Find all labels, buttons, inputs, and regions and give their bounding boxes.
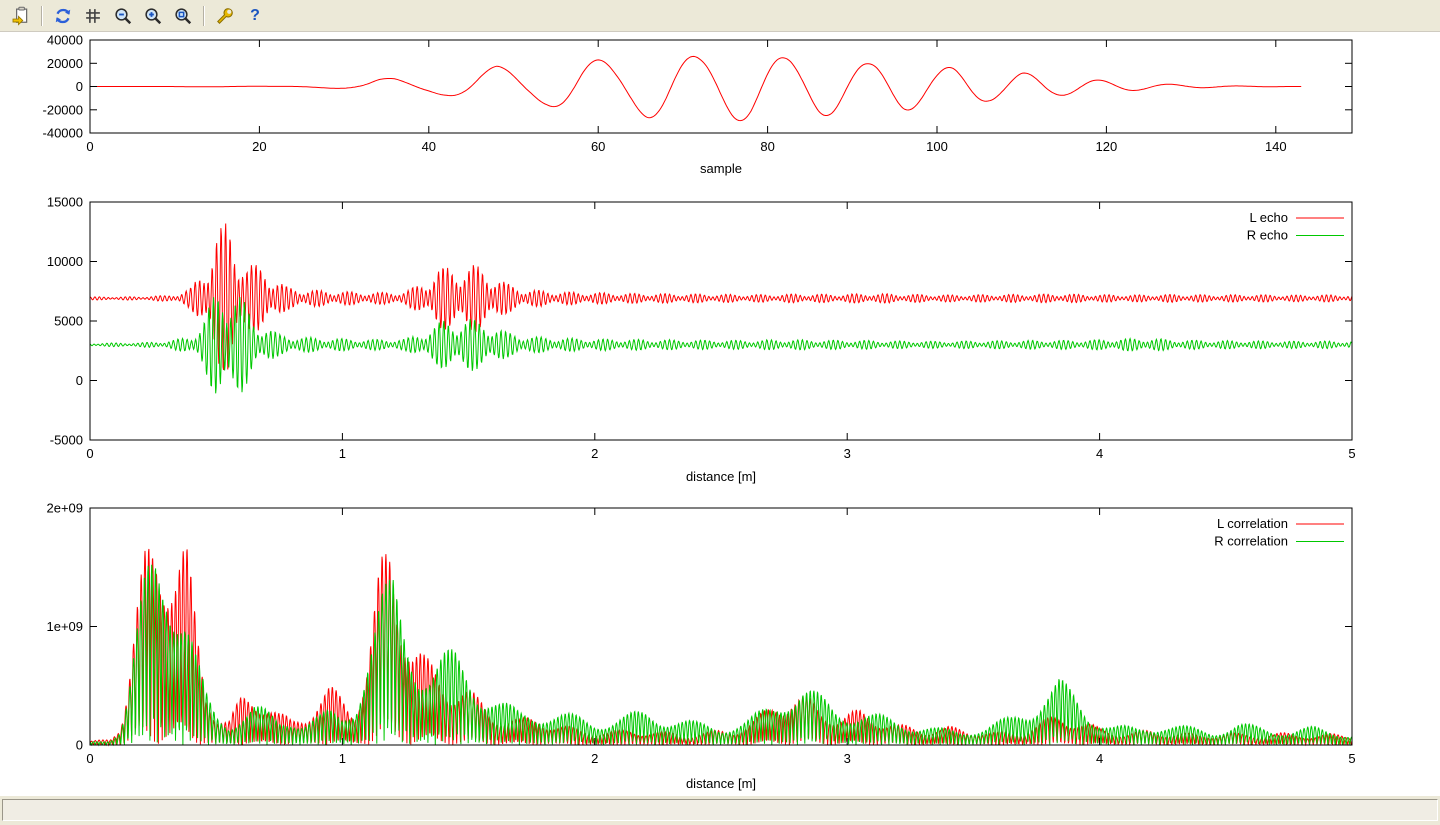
autoscale-button[interactable] [169,3,197,29]
svg-text:0: 0 [86,751,93,766]
svg-text:distance [m]: distance [m] [686,776,756,791]
copy-icon [11,6,31,26]
gnuplot-window: ? 020406080100120140-40000-2000002000040… [0,0,1440,825]
svg-text:20: 20 [252,139,266,154]
svg-text:0: 0 [76,79,83,94]
zoom-previous-button[interactable] [109,3,137,29]
svg-text:140: 140 [1265,139,1287,154]
svg-text:100: 100 [926,139,948,154]
svg-text:-20000: -20000 [43,102,83,117]
toolbar: ? [0,0,1440,32]
svg-text:60: 60 [591,139,605,154]
svg-text:10000: 10000 [47,254,83,269]
replot-button[interactable] [49,3,77,29]
svg-text:20000: 20000 [47,56,83,71]
svg-text:1: 1 [339,446,346,461]
svg-text:1: 1 [339,751,346,766]
svg-text:distance [m]: distance [m] [686,469,756,484]
svg-text:1e+09: 1e+09 [46,619,83,634]
svg-text:L correlation: L correlation [1217,516,1288,531]
toolbar-separator [41,6,43,26]
zoom-next-icon [143,6,163,26]
configure-button[interactable] [211,3,239,29]
svg-text:4: 4 [1096,751,1103,766]
svg-text:0: 0 [76,738,83,753]
svg-text:R echo: R echo [1247,228,1288,243]
svg-text:80: 80 [760,139,774,154]
svg-text:40: 40 [422,139,436,154]
wrench-icon [215,6,235,26]
svg-text:-5000: -5000 [50,433,83,448]
svg-text:sample: sample [700,161,742,176]
replot-icon [53,6,73,26]
plot-canvas: 020406080100120140-40000-200000200004000… [0,32,1440,795]
svg-text:0: 0 [86,139,93,154]
status-bar [0,795,1440,825]
svg-text:2e+09: 2e+09 [46,501,83,516]
svg-text:3: 3 [844,751,851,766]
correlation-chart[interactable]: 0 1 2 3 4 5 0 1e+09 2e+09 distance [m] L correlati… [0,495,1440,795]
svg-text:R correlation: R correlation [1214,534,1288,549]
grid-icon [83,6,103,26]
svg-text:L echo: L echo [1249,210,1288,225]
toolbar-separator [203,6,205,26]
svg-text:40000: 40000 [47,33,83,48]
zoom-previous-icon [113,6,133,26]
svg-text:120: 120 [1096,139,1118,154]
copy-to-clipboard-button[interactable] [7,3,35,29]
svg-text:5: 5 [1348,751,1355,766]
svg-text:3: 3 [844,446,851,461]
svg-text:5: 5 [1348,446,1355,461]
svg-text:2: 2 [591,751,598,766]
autoscale-icon [173,6,193,26]
svg-text:15000: 15000 [47,195,83,210]
toggle-grid-button[interactable] [79,3,107,29]
svg-text:0: 0 [76,373,83,388]
help-icon: ? [250,8,260,24]
svg-text:0: 0 [86,446,93,461]
help-button[interactable]: ? [241,3,269,29]
svg-text:2: 2 [591,446,598,461]
svg-text:-40000: -40000 [43,126,83,141]
zoom-next-button[interactable] [139,3,167,29]
signal-chart[interactable]: 0 20 40 60 80 100 120 140 -40000 -20000 0 20000 4000… [0,32,1440,190]
status-field [2,799,1438,821]
svg-text:4: 4 [1096,446,1103,461]
echo-chart[interactable]: 012345-5000050001000015000distance [m]L … [0,190,1440,495]
svg-text:5000: 5000 [54,314,83,329]
